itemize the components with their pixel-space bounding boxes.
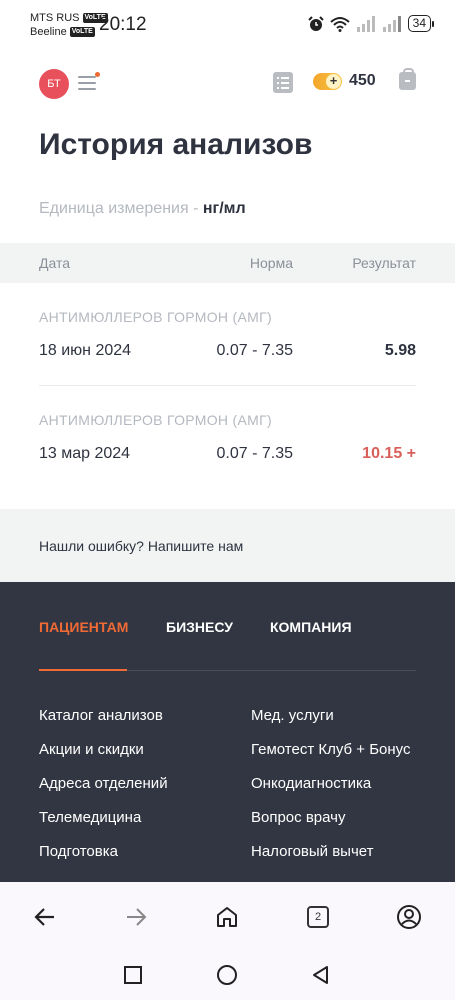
profile-icon [397, 905, 421, 929]
forward-button[interactable] [121, 902, 151, 932]
home-icon [217, 907, 237, 927]
site-footer: ПАЦИЕНТАМ БИЗНЕСУ КОМПАНИЯ Каталог анали… [0, 582, 455, 882]
footer-link[interactable]: Подготовка [39, 843, 118, 860]
test-result-high: 10.15 + [362, 445, 416, 462]
tab-count: 2 [307, 906, 329, 928]
footer-tab-patients[interactable]: ПАЦИЕНТАМ [39, 619, 128, 635]
home-button[interactable] [212, 902, 242, 932]
test-date: 13 мар 2024 [39, 445, 131, 462]
feedback-banner[interactable]: Нашли ошибку? Напишите нам [0, 509, 455, 582]
test-name: АНТИМЮЛЛЕРОВ ГОРМОН (АМГ) [39, 309, 272, 325]
footer-tab-company[interactable]: КОМПАНИЯ [270, 619, 352, 635]
bonus-points[interactable]: 450 [349, 72, 376, 90]
status-bar: MTS RUS VoLTE Beeline VoLTE 20:12 34 [0, 0, 455, 48]
carrier-2: Beeline [30, 26, 67, 38]
unit-label: Единица измерения - [39, 200, 203, 217]
plus-icon: + [326, 74, 341, 89]
recents-button[interactable] [122, 964, 144, 986]
footer-link[interactable]: Каталог анализов [39, 707, 163, 724]
footer-link[interactable]: Адреса отделений [39, 775, 168, 792]
browser-toolbar: 2 [0, 882, 455, 950]
column-norm: Норма [249, 255, 293, 271]
test-result: 5.98 [384, 342, 416, 359]
test-norm: 0.07 - 7.35 [216, 342, 294, 359]
home-nav-button[interactable] [216, 964, 238, 986]
column-result: Результат [352, 255, 416, 271]
bonus-coins-icon[interactable]: + [313, 73, 342, 90]
circle-icon [217, 965, 237, 985]
alarm-icon [307, 15, 324, 31]
footer-link[interactable]: Онкодиагностика [251, 775, 371, 792]
unit-value: нг/мл [202, 200, 246, 217]
test-date: 18 июн 2024 [39, 342, 132, 359]
table-row[interactable]: АНТИМЮЛЛЕРОВ ГОРМОН (АМГ) 18 июн 2024 0.… [39, 283, 416, 386]
test-name: АНТИМЮЛЛЕРОВ ГОРМОН (АМГ) [39, 412, 272, 428]
footer-link[interactable]: Гемотест Клуб + Бонус [251, 741, 411, 758]
orders-list-icon[interactable] [273, 72, 293, 93]
arrow-right-icon [127, 908, 147, 926]
table-row[interactable]: АНТИМЮЛЛЕРОВ ГОРМОН (АМГ) 13 мар 2024 0.… [39, 386, 416, 489]
menu-button[interactable] [78, 72, 100, 93]
avatar[interactable]: БТ [39, 69, 69, 99]
status-icons: 34 [307, 15, 435, 32]
footer-link[interactable]: Налоговый вычет [251, 843, 374, 860]
cart-icon[interactable] [399, 68, 416, 90]
page-title: История анализов [39, 128, 313, 161]
square-icon [124, 966, 142, 984]
active-tab-indicator [39, 669, 127, 671]
signal-icon [356, 15, 375, 32]
volte-badge: VoLTE [69, 27, 95, 37]
account-button[interactable] [394, 902, 424, 932]
back-button[interactable] [30, 902, 60, 932]
back-nav-button[interactable] [310, 964, 332, 986]
table-header: Дата Норма Результат [0, 243, 455, 283]
carrier-1: MTS RUS [30, 12, 80, 24]
column-date: Дата [39, 255, 71, 271]
unit-row: Единица измерения - нг/мл [39, 200, 246, 218]
signal-icon [382, 15, 401, 32]
footer-link[interactable]: Мед. услуги [251, 707, 334, 724]
feedback-link[interactable]: Нашли ошибку? Напишите нам [39, 538, 243, 554]
app-header: БТ + 450 [0, 48, 455, 118]
wifi-icon [329, 16, 350, 32]
footer-link[interactable]: Вопрос врачу [251, 809, 345, 826]
battery-indicator: 34 [407, 15, 435, 32]
test-norm: 0.07 - 7.35 [216, 445, 294, 462]
system-nav-bar [0, 950, 455, 1000]
footer-tab-business[interactable]: БИЗНЕСУ [166, 619, 233, 635]
footer-link[interactable]: Телемедицина [39, 809, 141, 826]
carrier-info: MTS RUS VoLTE Beeline VoLTE [30, 11, 108, 39]
triangle-back-icon [313, 966, 328, 984]
notification-dot [95, 72, 100, 77]
footer-link[interactable]: Акции и скидки [39, 741, 144, 758]
clock: 20:12 [99, 14, 147, 35]
arrow-left-icon [34, 908, 54, 926]
tabs-button[interactable]: 2 [303, 902, 333, 932]
